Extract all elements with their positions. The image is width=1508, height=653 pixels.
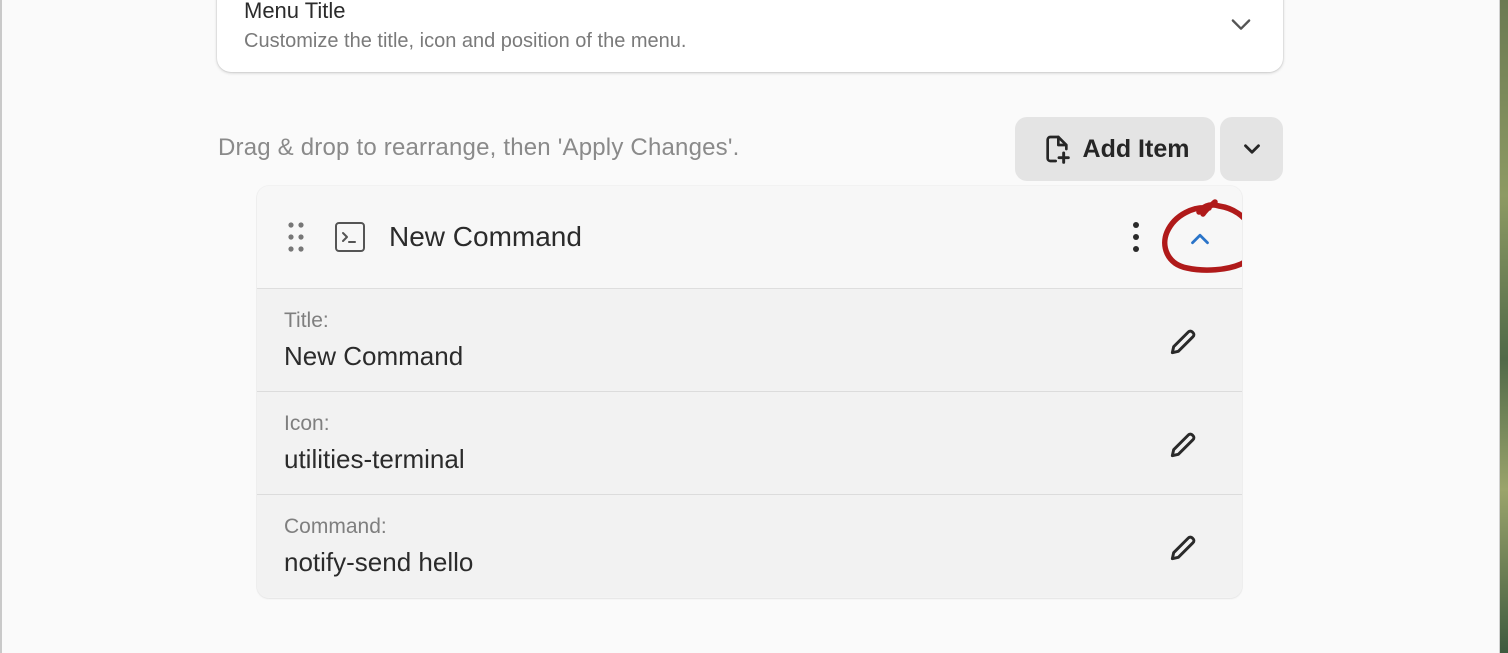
menu-title-description: Customize the title, icon and position o…: [244, 30, 687, 52]
menu-title-heading: Menu Title: [244, 0, 346, 23]
add-item-dropdown-button[interactable]: [1220, 117, 1283, 181]
edit-command-button[interactable]: [1163, 528, 1203, 568]
chevron-down-icon[interactable]: [1227, 10, 1255, 38]
right-window-edge: [1499, 0, 1508, 653]
pencil-icon: [1170, 432, 1196, 458]
field-value: New Command: [284, 341, 464, 371]
add-item-button[interactable]: Add Item: [1015, 117, 1215, 181]
field-row-command: Command: notify-send hello: [257, 495, 1242, 597]
pencil-icon: [1170, 535, 1196, 561]
field-row-icon: Icon: utilities-terminal: [257, 392, 1242, 495]
terminal-icon: [335, 222, 365, 252]
chevron-up-icon: [1191, 233, 1209, 245]
field-row-title: Title: New Command: [257, 289, 1242, 392]
field-label: Icon:: [284, 412, 330, 435]
menu-item-card: New Command Title: New Command Icon: uti…: [257, 186, 1242, 598]
drag-handle-icon[interactable]: [286, 220, 306, 254]
field-value: notify-send hello: [284, 547, 474, 577]
menu-item-title: New Command: [389, 221, 582, 252]
collapse-item-button[interactable]: [1177, 216, 1223, 262]
field-value: utilities-terminal: [284, 444, 465, 474]
more-options-button[interactable]: [1121, 216, 1151, 258]
more-vertical-icon: [1133, 222, 1139, 252]
left-window-border: [0, 0, 2, 653]
menu-title-expander[interactable]: Menu Title Customize the title, icon and…: [217, 0, 1283, 72]
field-label: Command:: [284, 515, 387, 538]
add-document-icon: [1045, 135, 1070, 164]
field-label: Title:: [284, 309, 329, 332]
rearrange-instructions: Drag & drop to rearrange, then 'Apply Ch…: [218, 134, 740, 161]
chevron-down-icon: [1243, 144, 1260, 154]
pencil-icon: [1170, 329, 1196, 355]
menu-item-header[interactable]: New Command: [257, 186, 1242, 289]
edit-icon-button[interactable]: [1163, 425, 1203, 465]
menu-editor-page: Menu Title Customize the title, icon and…: [0, 0, 1508, 653]
add-item-label: Add Item: [1082, 134, 1190, 163]
edit-title-button[interactable]: [1163, 322, 1203, 362]
